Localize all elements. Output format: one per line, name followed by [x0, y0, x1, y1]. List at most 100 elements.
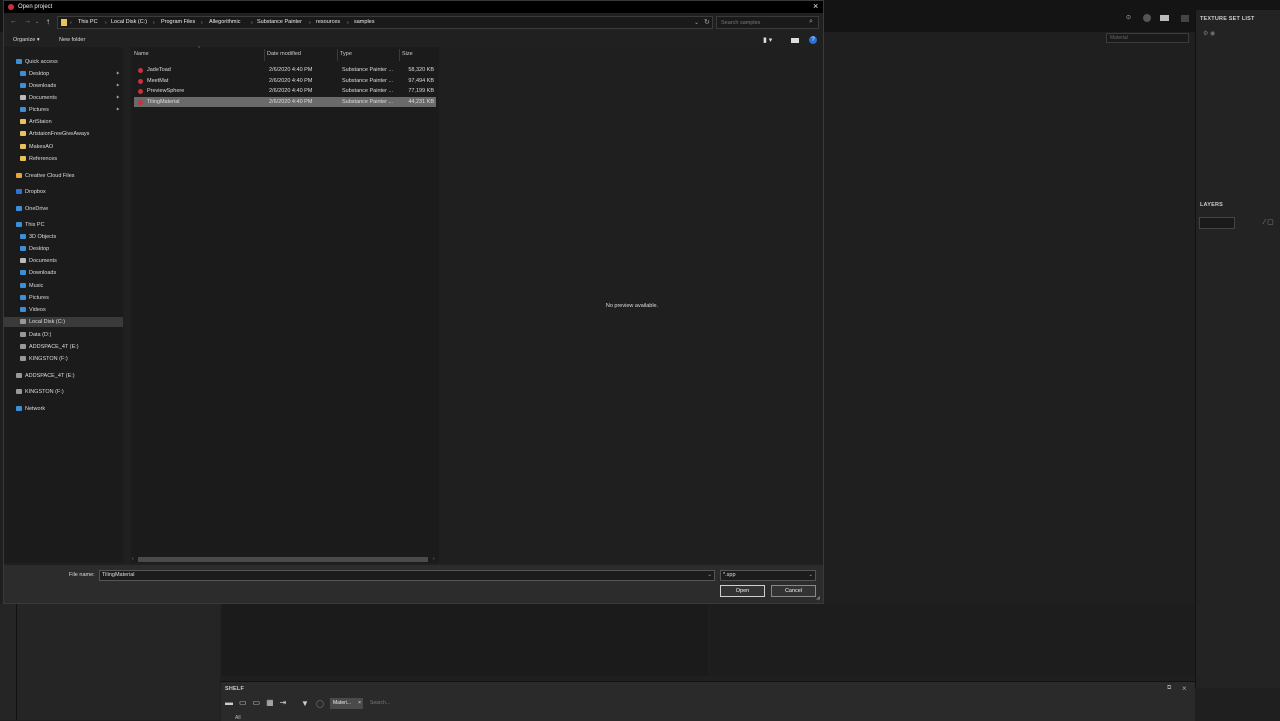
- shelf-search-input[interactable]: Search...: [370, 700, 390, 706]
- nav-downloads[interactable]: Downloads ✦: [20, 81, 123, 91]
- organize-button[interactable]: Organize ▾: [13, 37, 40, 43]
- nav-network[interactable]: Network: [16, 404, 45, 414]
- nav-music[interactable]: Music: [20, 281, 43, 291]
- preview-pane-icon[interactable]: [791, 38, 799, 43]
- nav-pc-downloads[interactable]: Downloads: [20, 268, 56, 278]
- column-divider[interactable]: [337, 49, 338, 61]
- column-header-size[interactable]: Size: [402, 51, 413, 57]
- nav-dropbox[interactable]: Dropbox: [16, 187, 46, 197]
- scroll-left-icon[interactable]: ‹: [132, 556, 134, 562]
- nav-creative-cloud[interactable]: Creative Cloud Files: [16, 171, 75, 181]
- file-type: Substance Painter ...: [342, 88, 394, 94]
- nav-documents[interactable]: Documents ✦: [20, 93, 123, 103]
- up-icon[interactable]: ↑: [46, 17, 50, 26]
- texture-set-settings-icon[interactable]: ⚙ ◉: [1203, 30, 1215, 37]
- render-icon[interactable]: [1143, 14, 1151, 22]
- left-panel: [0, 604, 220, 720]
- breadcrumb-item[interactable]: Local Disk (C:): [111, 19, 147, 25]
- address-field[interactable]: › This PC › Local Disk (C:) › Program Fi…: [57, 16, 713, 29]
- breadcrumb-item[interactable]: This PC: [78, 19, 98, 25]
- column-divider[interactable]: [264, 49, 265, 61]
- file-size: 58,320 KB: [408, 67, 434, 73]
- close-icon[interactable]: ×: [813, 1, 818, 11]
- file-type-select[interactable]: *.spp ⌄: [720, 570, 816, 581]
- nav-pictures[interactable]: Pictures ✦: [20, 105, 123, 115]
- back-icon[interactable]: ←: [10, 18, 17, 25]
- chevron-down-icon[interactable]: ⌄: [694, 19, 699, 26]
- chevron-right-icon: ›: [309, 20, 311, 26]
- cancel-button[interactable]: Cancel: [771, 585, 816, 597]
- shelf-category-all[interactable]: All: [235, 715, 241, 721]
- shelf-tab-materials[interactable]: Materi... ×: [330, 698, 363, 709]
- search-icon[interactable]: ⌕: [809, 18, 813, 26]
- file-row[interactable]: PreviewSphere 2/6/2020 4:40 PM Substance…: [134, 86, 436, 96]
- nav-videos[interactable]: Videos: [20, 305, 46, 315]
- new-folder-button[interactable]: New folder: [59, 37, 85, 43]
- shelf-close-icon[interactable]: ×: [1182, 684, 1187, 693]
- nav-pc-pictures[interactable]: Pictures: [20, 293, 49, 303]
- search-input[interactable]: Search samples ⌕: [716, 16, 819, 29]
- breadcrumb-item[interactable]: Substance Painter: [257, 19, 302, 25]
- nav-addspace-root[interactable]: ADDSPACE_4T (E:): [16, 371, 75, 381]
- nav-label: Quick access: [25, 59, 58, 65]
- layer-blend-field[interactable]: [1199, 217, 1235, 229]
- breadcrumb-item[interactable]: samples: [354, 19, 374, 25]
- breadcrumb-item[interactable]: resources: [316, 19, 340, 25]
- chevron-right-icon: ›: [201, 20, 203, 26]
- shelf-float-icon[interactable]: ⧉: [1167, 685, 1171, 692]
- shelf-clear-icon[interactable]: [316, 700, 324, 708]
- viewport-2d[interactable]: [709, 604, 1195, 676]
- nav-addspace-e[interactable]: ADDSPACE_4T (E:): [20, 342, 79, 352]
- viewport-3d[interactable]: [222, 604, 708, 676]
- nav-local-disk-c[interactable]: Local Disk (C:): [4, 317, 123, 327]
- chevron-right-icon: ›: [347, 20, 349, 26]
- file-row[interactable]: JadeToad 2/6/2020 4:40 PM Substance Pain…: [134, 65, 436, 75]
- nav-onedrive[interactable]: OneDrive: [16, 204, 48, 214]
- file-row[interactable]: MeetMat 2/6/2020 4:40 PM Substance Paint…: [134, 76, 436, 86]
- nav-this-pc[interactable]: This PC: [16, 220, 45, 230]
- nav-artstaion[interactable]: ArtStaion: [20, 117, 52, 127]
- change-view-icon[interactable]: ▮ ▾: [763, 36, 772, 44]
- file-row-selected[interactable]: TilingMaterial 2/6/2020 4:40 PM Substanc…: [134, 97, 436, 107]
- resize-grip-icon[interactable]: ◢: [816, 595, 820, 601]
- column-header-name[interactable]: Name: [134, 51, 149, 57]
- network-icon: [16, 406, 22, 412]
- breadcrumb-item[interactable]: Program Files: [161, 19, 195, 25]
- recent-locations-icon[interactable]: ⌄: [35, 19, 39, 25]
- shelf-toolbar-icons[interactable]: ▬▭▭▦⇥: [225, 698, 292, 707]
- horizontal-scrollbar[interactable]: ‹ ›: [131, 556, 439, 563]
- nav-3d-objects[interactable]: 3D Objects: [20, 232, 56, 242]
- nav-artstaion-free[interactable]: ArtstaionFreeGiveAways: [20, 129, 89, 139]
- nav-pc-desktop[interactable]: Desktop: [20, 244, 49, 254]
- nav-quick-access[interactable]: Quick access: [16, 57, 58, 67]
- refresh-icon[interactable]: ↻: [704, 18, 710, 26]
- nav-references[interactable]: References: [20, 154, 57, 164]
- nav-desktop[interactable]: Desktop ✦: [20, 69, 123, 79]
- scrollbar-thumb[interactable]: [138, 557, 428, 562]
- video-icon[interactable]: [1160, 15, 1169, 21]
- shelf-filter-icon[interactable]: ▼: [301, 699, 309, 708]
- scroll-right-icon[interactable]: ›: [433, 556, 435, 562]
- open-button[interactable]: Open: [720, 585, 765, 597]
- material-filter-field[interactable]: Material: [1106, 33, 1189, 43]
- nav-label: ADDSPACE_4T (E:): [25, 373, 75, 379]
- forward-icon[interactable]: →: [24, 18, 31, 25]
- screenshot-icon[interactable]: [1181, 15, 1189, 22]
- column-header-type[interactable]: Type: [340, 51, 352, 57]
- chevron-down-icon[interactable]: ⌄: [707, 571, 712, 580]
- camera-mode-icon[interactable]: ⊙: [1126, 14, 1136, 22]
- file-type: Substance Painter ...: [342, 78, 394, 84]
- column-header-date[interactable]: Date modified: [267, 51, 301, 57]
- nav-kingston-root[interactable]: KINGSTON (F:): [16, 387, 64, 397]
- nav-kingston-f[interactable]: KINGSTON (F:): [20, 354, 68, 364]
- nav-makesao[interactable]: MakesAO: [20, 142, 53, 152]
- nav-data-d[interactable]: Data (D:): [20, 330, 51, 340]
- help-icon[interactable]: ?: [809, 36, 817, 44]
- file-name-input[interactable]: TilingMaterial ⌄: [99, 570, 715, 581]
- column-divider[interactable]: [399, 49, 400, 61]
- nav-pc-documents[interactable]: Documents: [20, 256, 57, 266]
- layer-tools-icon[interactable]: ⁄ ▢: [1264, 218, 1274, 226]
- nav-label: Network: [25, 406, 46, 412]
- breadcrumb-item[interactable]: Allegorithmic: [209, 19, 240, 25]
- shelf-tab-close-icon[interactable]: ×: [358, 698, 361, 709]
